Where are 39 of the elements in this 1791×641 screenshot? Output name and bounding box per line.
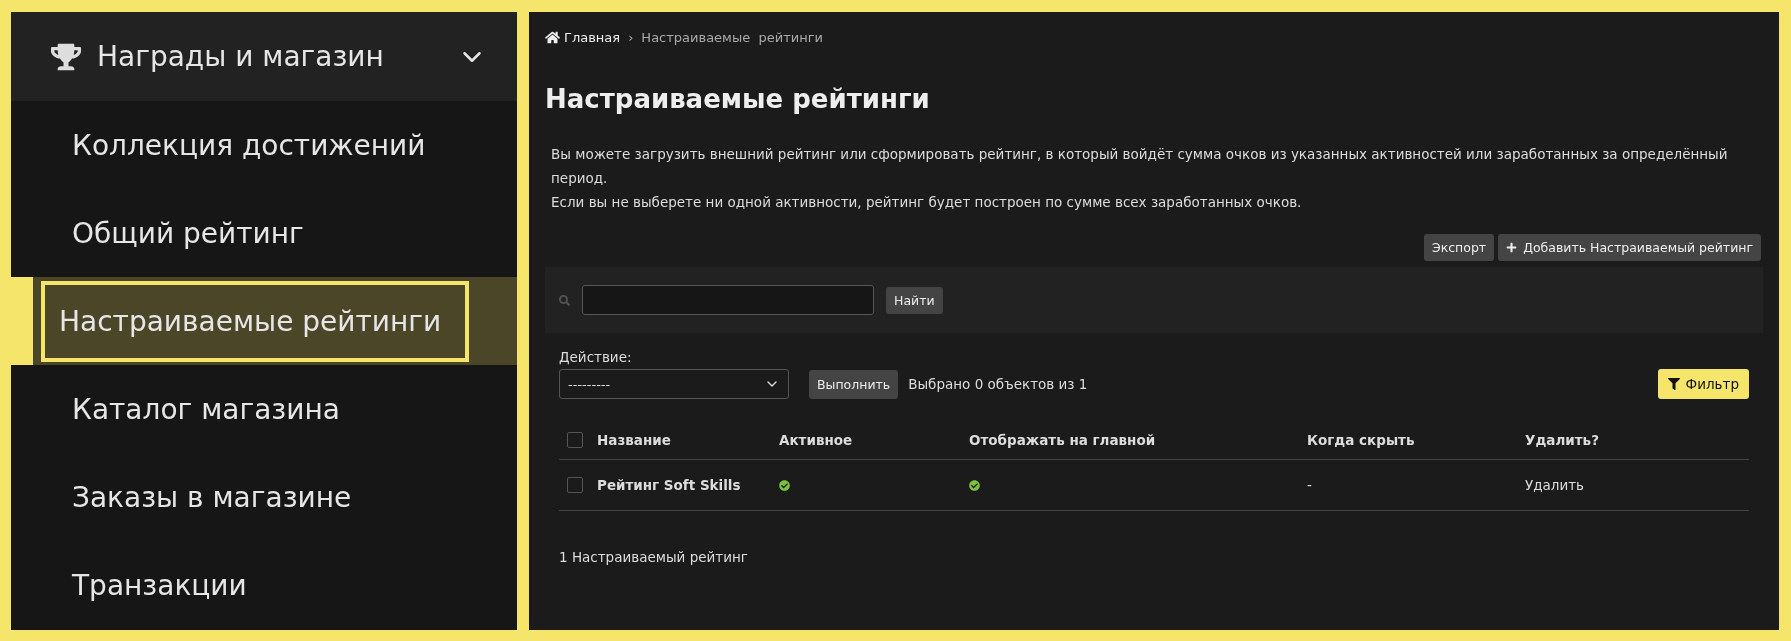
search-field[interactable] [582, 285, 874, 315]
home-icon [545, 29, 560, 45]
trophy-icon [51, 41, 81, 72]
sidebar-item[interactable]: Транзакции [11, 568, 247, 602]
description-text: Если вы не выберете ни одной активности, рейтинг будет построен по сумме всех заработанных очков. [551, 193, 1303, 212]
column-header[interactable]: Когда скрыть [1307, 432, 1525, 448]
sidebar-item[interactable]: Настраиваемые рейтинги [41, 280, 469, 362]
breadcrumb-separator: › [628, 29, 634, 45]
search-icon [559, 294, 570, 306]
breadcrumb-current: Настраиваемые рейтинги [641, 29, 823, 45]
sidebar-item[interactable]: Заказы в магазине [11, 480, 352, 514]
export-button[interactable]: Экспорт [1423, 234, 1495, 261]
action-label: Действие: [559, 349, 633, 365]
plus-icon [1506, 242, 1518, 253]
run-button[interactable]: Выполнить [809, 370, 899, 399]
filter-icon [1667, 378, 1680, 390]
breadcrumb-link[interactable]: Главная [545, 29, 621, 45]
sidebar-item[interactable]: Общий рейтинг [11, 216, 304, 250]
sidebar-section-header[interactable]: Награды и магазин [11, 12, 517, 101]
action-select[interactable]: --------- [559, 369, 789, 399]
column-header[interactable]: Отображать на главной [969, 432, 1307, 448]
filter-button[interactable]: Фильтр [1657, 369, 1749, 399]
delete-link[interactable]: Удалить [1525, 477, 1749, 493]
selection-counter: Выбрано 0 объектов из 1 [908, 376, 1088, 392]
select-all-checkbox[interactable] [567, 432, 583, 448]
table-cell-text: - [1307, 477, 1313, 493]
result-count: 1 Настраиваемый рейтинг [559, 549, 749, 565]
row-checkbox[interactable] [567, 477, 583, 493]
column-header[interactable]: Название [559, 432, 779, 448]
sidebar-item[interactable]: Каталог магазина [11, 392, 340, 426]
add-button[interactable]: Добавить Настраиваемый рейтинг [1498, 234, 1761, 261]
search-button[interactable]: Найти [886, 286, 943, 314]
column-header[interactable]: Удалить? [1525, 432, 1749, 448]
column-header[interactable]: Активное [779, 432, 969, 448]
sidebar-item[interactable]: Коллекция достижений [11, 128, 426, 162]
description-text: Вы можете загрузить внешний рейтинг или сформировать рейтинг, в который войдёт сумма очков из указанных активностей или заработанных за определённый период. [551, 145, 1729, 188]
section-title: Награды и магазин [97, 40, 385, 73]
table-cell[interactable]: Рейтинг Soft Skills [559, 477, 779, 493]
page-title: Настраиваемые рейтинги [545, 84, 931, 114]
